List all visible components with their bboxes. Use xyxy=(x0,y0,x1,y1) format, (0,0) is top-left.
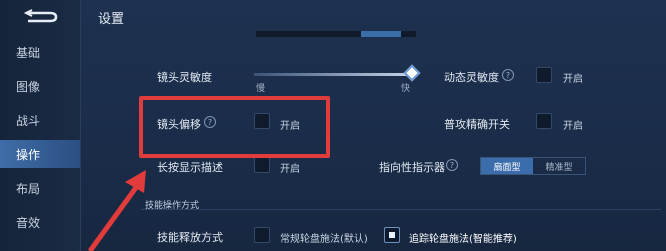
long-press-description-label: 长按显示描述 xyxy=(157,161,223,174)
camera-sensitivity-slider[interactable] xyxy=(254,73,411,76)
slider-min-label: 慢 xyxy=(256,84,266,94)
back-icon xyxy=(23,9,58,23)
sidebar-item-sound[interactable]: 音效 xyxy=(0,208,80,236)
basic-attack-precision-option: 开启 xyxy=(563,121,583,132)
skill-release-label: 技能释放方式 xyxy=(157,231,223,244)
skill-release-option2-label: 追踪轮盘施法(智能推荐) xyxy=(409,234,517,245)
sidebar-item-graphics[interactable]: 图像 xyxy=(0,72,80,100)
camera-sensitivity-slider-thumb[interactable] xyxy=(403,64,421,82)
page-title: 设置 xyxy=(98,12,125,27)
indicator-segmented-control: 扇面型 精准型 xyxy=(480,157,586,175)
sidebar-item-combat[interactable]: 战斗 xyxy=(0,106,80,134)
dynamic-sensitivity-option: 开启 xyxy=(563,74,583,85)
sidebar-item-label: 基础 xyxy=(16,45,41,60)
sidebar-item-layout[interactable]: 布局 xyxy=(0,174,80,202)
sidebar-item-label: 音效 xyxy=(16,215,41,230)
slider-max-label: 快 xyxy=(401,84,411,94)
skill-release-option2-checkbox[interactable] xyxy=(384,227,400,243)
back-button[interactable] xyxy=(10,6,70,28)
directional-indicator-label: 指向性指示器 xyxy=(379,161,445,174)
top-strip-highlight xyxy=(361,31,401,37)
long-press-description-option: 开启 xyxy=(280,164,300,175)
sidebar-item-basic[interactable]: 基础 xyxy=(0,38,80,66)
skill-release-option1-label: 常规轮盘施法(默认) xyxy=(280,234,368,245)
dynamic-sensitivity-label: 动态灵敏度 xyxy=(444,71,499,84)
dynamic-sensitivity-checkbox[interactable] xyxy=(536,67,552,83)
help-icon[interactable]: ? xyxy=(502,69,514,81)
sidebar-item-label: 图像 xyxy=(16,79,41,94)
section-divider xyxy=(141,209,661,210)
indicator-option-precise[interactable]: 精准型 xyxy=(533,158,585,174)
top-scroll-strip xyxy=(256,31,416,37)
basic-attack-precision-label: 普攻精确开关 xyxy=(444,118,510,131)
indicator-option-fan[interactable]: 扇面型 xyxy=(481,158,533,174)
help-icon[interactable]: ? xyxy=(446,159,458,171)
sidebar-item-label: 战斗 xyxy=(16,113,41,128)
sidebar-item-controls[interactable]: 操作 xyxy=(0,140,80,168)
camera-sensitivity-label: 镜头灵敏度 xyxy=(157,71,212,84)
long-press-description-checkbox[interactable] xyxy=(254,157,270,173)
basic-attack-precision-checkbox[interactable] xyxy=(536,113,552,129)
sidebar: 基础 图像 战斗 操作 布局 音效 xyxy=(0,0,81,251)
sidebar-item-label: 布局 xyxy=(16,181,41,196)
skill-release-option1-checkbox[interactable] xyxy=(254,227,270,243)
settings-panel: 设置 镜头灵敏度 慢 快 动态灵敏度 ? 开启 镜头偏移 ? 开启 普攻精确开关… xyxy=(81,0,666,251)
sidebar-item-label: 操作 xyxy=(16,147,41,162)
annotation-highlight-box xyxy=(139,96,330,158)
